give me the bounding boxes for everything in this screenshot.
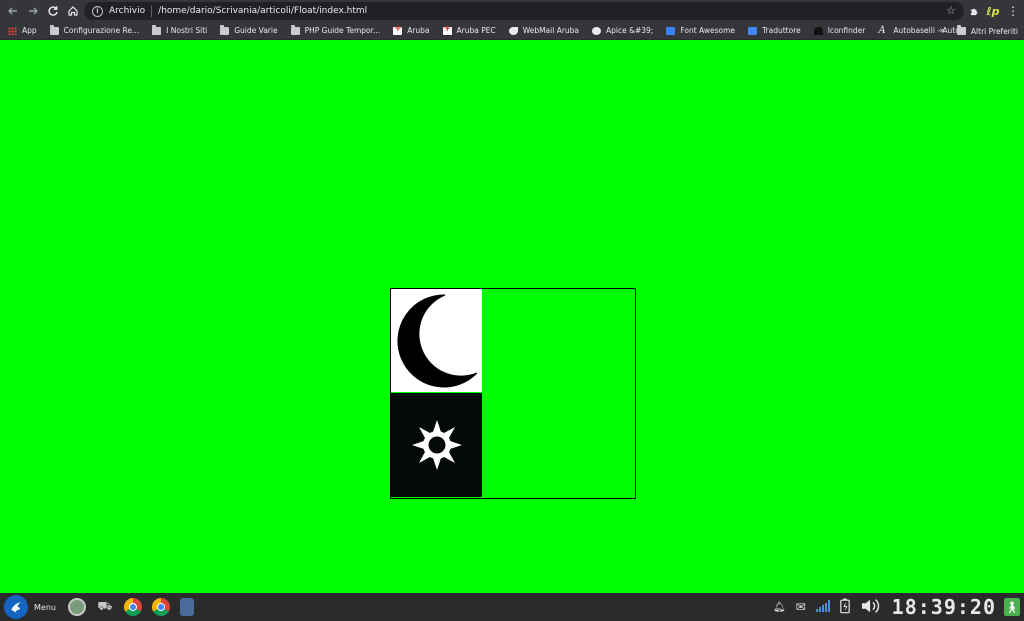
app-launcher-icon[interactable]: [67, 598, 86, 616]
address-bar[interactable]: i Archivio /home/dario/Scrivania/articol…: [84, 2, 964, 20]
moon-tile: [391, 289, 482, 392]
aruba-icon: [393, 24, 403, 35]
address-separator: [151, 5, 153, 17]
folder-icon: [152, 24, 162, 35]
folder-icon: [220, 24, 230, 35]
clock[interactable]: 18:39:20: [892, 595, 996, 619]
mail-icon[interactable]: ✉: [796, 600, 806, 614]
scheme-label: Archivio: [109, 6, 146, 16]
bookmark-apice[interactable]: Apice &#39;: [592, 26, 653, 35]
translate-icon: [748, 26, 758, 35]
volume-icon[interactable]: [860, 597, 882, 618]
bookmark-star-icon[interactable]: ☆: [946, 4, 956, 17]
menu-label[interactable]: Menu: [34, 603, 56, 612]
extensions-puzzle-icon[interactable]: [966, 3, 982, 19]
bookmark-webmail-aruba[interactable]: WebMail Aruba: [508, 26, 579, 35]
bookmark-guide-varie[interactable]: Guide Varie: [220, 24, 278, 35]
menu-logo-icon[interactable]: [4, 595, 28, 619]
browser-toolbar: i Archivio /home/dario/Scrivania/articol…: [0, 0, 1024, 22]
bookmark-traduttore[interactable]: Traduttore: [748, 26, 801, 35]
bookmarks-bar: App Configurazione Re... I Nostri Siti G…: [0, 22, 1024, 40]
home-icon: [68, 6, 78, 16]
aruba-icon: [442, 24, 452, 35]
webmail-icon: [508, 26, 518, 35]
reload-button[interactable]: [44, 2, 62, 20]
logout-icon[interactable]: 🚶︎: [1004, 598, 1020, 616]
reload-icon: [48, 6, 58, 16]
bookmark-php-guide[interactable]: PHP Guide Tempor...: [290, 24, 380, 35]
back-arrow-icon: [8, 7, 17, 15]
terminal-icon[interactable]: [179, 598, 194, 616]
browser-menu-icon[interactable]: ⋮: [1005, 3, 1021, 19]
other-bookmarks[interactable]: Altri Preferiti: [971, 27, 1018, 36]
iconfinder-icon: [813, 26, 823, 35]
autobaselli-icon: A: [878, 24, 886, 36]
folder-icon: [49, 24, 59, 35]
globe-icon: [592, 26, 602, 35]
bookmark-aruba-pec[interactable]: Aruba PEC: [442, 24, 496, 35]
chevron-double-right-icon[interactable]: »: [939, 26, 945, 36]
sun-tile: [391, 393, 482, 497]
extension-pen-icon[interactable]: ℓp: [985, 3, 1001, 19]
moon-icon: [396, 293, 477, 387]
bell-icon[interactable]: 🔔︎: [773, 602, 786, 613]
chrome-icon[interactable]: [151, 598, 170, 616]
info-icon[interactable]: i: [92, 5, 103, 17]
bookmark-app[interactable]: App: [8, 26, 37, 35]
url-text[interactable]: /home/dario/Scrivania/articoli/Float/ind…: [158, 6, 367, 16]
system-tray: 🔔︎ ✉ 18:39:20 🚶︎: [773, 593, 1024, 621]
bookmark-i-nostri-siti[interactable]: I Nostri Siti: [152, 24, 207, 35]
bookmarks-overflow: » Altri Preferiti: [939, 22, 1018, 40]
folder-icon: [290, 24, 300, 35]
forward-button[interactable]: [24, 2, 42, 20]
folder-icon: [956, 25, 966, 35]
chrome-icon[interactable]: [123, 598, 142, 616]
bookmark-iconfinder[interactable]: Iconfinder: [813, 26, 865, 35]
taskbar: Menu ⛟ 🔔︎ ✉ 18:39:20 🚶︎: [0, 593, 1024, 621]
apps-grid-icon: [8, 26, 17, 35]
font-awesome-icon: [666, 26, 676, 35]
page-viewport: [0, 40, 1024, 593]
home-button[interactable]: [64, 2, 82, 20]
battery-charging-icon[interactable]: [839, 598, 850, 617]
float-container: [390, 288, 636, 499]
bookmark-configurazione[interactable]: Configurazione Re...: [49, 24, 139, 35]
forward-arrow-icon: [29, 7, 38, 15]
bookmark-aruba[interactable]: Aruba: [393, 24, 430, 35]
file-manager-icon[interactable]: ⛟: [96, 598, 114, 616]
back-button[interactable]: [4, 2, 22, 20]
sun-icon: [411, 420, 462, 470]
bookmark-font-awesome[interactable]: Font Awesome: [666, 26, 735, 35]
signal-bars-icon[interactable]: [815, 599, 830, 615]
